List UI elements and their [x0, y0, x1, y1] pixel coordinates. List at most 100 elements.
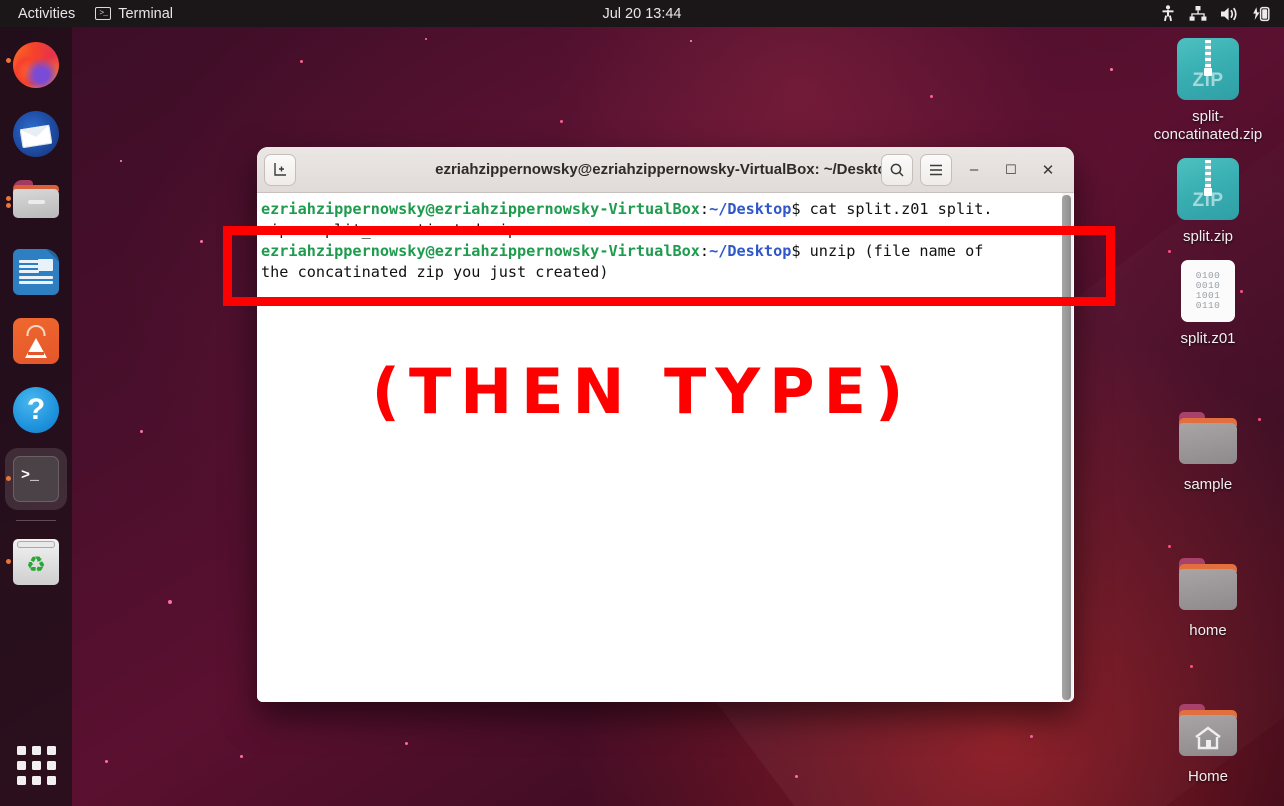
maximize-button[interactable]: ☐	[996, 155, 1026, 185]
activities-button[interactable]: Activities	[8, 0, 85, 27]
desktop-icon-column: ZiP split-concatinated.zip ZiP split.zip…	[1138, 30, 1278, 792]
dock-item-help[interactable]: ?	[5, 379, 67, 441]
new-tab-button[interactable]	[264, 153, 296, 186]
network-icon[interactable]	[1189, 6, 1207, 21]
app-menu-terminal[interactable]: >_ Terminal	[85, 0, 183, 27]
running-indicator	[6, 476, 11, 481]
terminal-line-continuation: zip > split_concatinated.zip	[259, 220, 1074, 241]
volume-icon[interactable]	[1220, 6, 1239, 22]
wallpaper-spark	[930, 95, 933, 98]
show-applications-button[interactable]	[5, 734, 67, 796]
desktop-icon-home[interactable]: Home	[1138, 690, 1278, 786]
terminal-output[interactable]: ezriahzippernowsky@ezriahzippernowsky-Vi…	[257, 193, 1074, 702]
desktop-icon-label: home	[1189, 622, 1227, 639]
zip-file-icon: ZiP	[1177, 158, 1239, 220]
wallpaper-spark	[425, 38, 427, 40]
desktop-icon-split-zip[interactable]: ZiP split.zip	[1138, 150, 1278, 246]
minimize-button[interactable]: –	[959, 155, 989, 185]
house-icon	[1195, 726, 1221, 750]
desktop-icon-split-z01[interactable]: 0100 0010 1001 0110 split.z01	[1138, 252, 1278, 348]
running-indicator	[6, 58, 11, 63]
clock-label[interactable]: Jul 20 13:44	[602, 6, 681, 22]
desktop-icon-label: split.z01	[1180, 330, 1236, 347]
running-indicator	[6, 196, 11, 201]
top-bar: Activities >_ Terminal Jul 20 13:44	[0, 0, 1284, 27]
prompt-separator: :	[699, 200, 710, 218]
dock: ? >_ ♻	[0, 27, 72, 806]
dock-item-firefox[interactable]	[5, 34, 67, 96]
firefox-icon	[13, 42, 59, 88]
binary-row: 0110	[1195, 300, 1221, 311]
thunderbird-icon	[13, 111, 59, 157]
prompt-path: ~/Desktop	[709, 200, 792, 218]
wallpaper-spark	[200, 240, 203, 243]
activities-label: Activities	[18, 5, 76, 22]
dock-item-writer[interactable]	[5, 241, 67, 303]
wallpaper-spark	[240, 755, 243, 758]
scrollbar-thumb[interactable]	[1062, 195, 1071, 700]
desktop-icon-sample[interactable]: sample	[1138, 398, 1278, 494]
folder-icon	[1177, 406, 1239, 468]
terminal-line-continuation: the concatinated zip you just created)	[259, 262, 1074, 283]
wallpaper-spark	[300, 60, 303, 63]
hamburger-menu-icon	[930, 164, 942, 175]
terminal-line: ezriahzippernowsky@ezriahzippernowsky-Vi…	[259, 199, 1074, 220]
desktop-icon-label: Home	[1187, 768, 1228, 785]
new-tab-icon	[273, 163, 286, 176]
trash-icon: ♻	[13, 539, 59, 585]
wallpaper-spark	[1030, 735, 1033, 738]
window-title-bar[interactable]: ezriahzippernowsky@ezriahzippernowsky-Vi…	[257, 147, 1074, 193]
wallpaper-spark	[405, 742, 408, 745]
command-text: cat split.z01 split.	[809, 200, 993, 218]
dock-item-terminal[interactable]: >_	[5, 448, 67, 510]
desktop-screen: Activities >_ Terminal Jul 20 13:44 ? >_…	[0, 0, 1284, 806]
wallpaper-spark	[1110, 68, 1113, 71]
dock-item-software[interactable]	[5, 310, 67, 372]
running-indicator	[6, 203, 11, 208]
wallpaper-spark	[690, 40, 692, 42]
dock-item-trash[interactable]: ♻	[5, 531, 67, 593]
dock-item-files[interactable]	[5, 172, 67, 234]
help-icon: ?	[13, 387, 59, 433]
prompt-user: ezriahzippernowsky@ezriahzippernowsky-Vi…	[261, 200, 700, 218]
wallpaper-spark	[560, 120, 563, 123]
terminal-icon: >_	[95, 7, 112, 20]
terminal-scrollbar[interactable]	[1062, 193, 1073, 702]
command-text: unzip (file name of	[809, 242, 984, 260]
binary-file-icon: 0100 0010 1001 0110	[1177, 260, 1239, 322]
terminal-icon: >_	[13, 456, 59, 502]
search-button[interactable]	[881, 153, 913, 186]
close-glyph: ✕	[1041, 161, 1055, 179]
desktop-icon-split-concatinated-zip[interactable]: ZiP split-concatinated.zip	[1138, 30, 1278, 144]
command-continuation: zip > split_concatinated.zip	[261, 221, 518, 239]
search-icon	[890, 163, 904, 177]
dock-item-thunderbird[interactable]	[5, 103, 67, 165]
dock-separator	[16, 520, 56, 521]
running-indicator	[6, 559, 11, 564]
prompt-sign: $	[791, 242, 810, 260]
accessibility-icon[interactable]	[1160, 5, 1176, 22]
desktop-icon-label: split.zip	[1182, 228, 1234, 245]
wallpaper-spark	[168, 600, 172, 604]
prompt-separator: :	[699, 242, 710, 260]
prompt-path: ~/Desktop	[709, 242, 792, 260]
app-menu-label: Terminal	[118, 5, 174, 22]
clock: Jul 20 13:44	[0, 0, 1284, 27]
menu-button[interactable]	[920, 153, 952, 186]
libreoffice-writer-icon	[13, 249, 59, 295]
terminal-window[interactable]: ezriahzippernowsky@ezriahzippernowsky-Vi…	[257, 147, 1074, 702]
desktop-icon-label: split-concatinated.zip	[1153, 108, 1263, 143]
prompt-user: ezriahzippernowsky@ezriahzippernowsky-Vi…	[261, 242, 700, 260]
battery-icon[interactable]	[1252, 6, 1270, 22]
close-button[interactable]: ✕	[1033, 155, 1063, 185]
desktop-icon-label: sample	[1183, 476, 1233, 493]
grid-icon	[16, 745, 56, 785]
wallpaper-spark	[795, 775, 798, 778]
prompt-sign: $	[791, 200, 810, 218]
wallpaper-spark	[105, 760, 108, 763]
system-tray[interactable]	[1160, 0, 1284, 27]
folder-icon	[1177, 552, 1239, 614]
files-icon	[13, 180, 59, 226]
ubuntu-software-icon	[13, 318, 59, 364]
desktop-icon-home-lower[interactable]: home	[1138, 544, 1278, 640]
